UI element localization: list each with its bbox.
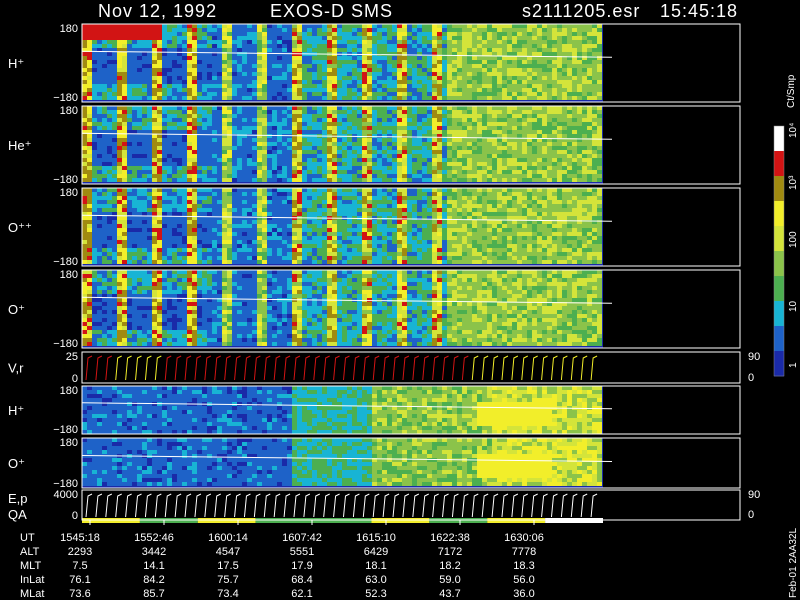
panel-label-2: QA bbox=[8, 507, 27, 522]
colorbar-swatch bbox=[774, 351, 784, 377]
ephem-value: 75.7 bbox=[217, 574, 238, 586]
ephem-name: MLat bbox=[20, 588, 44, 600]
y-tick-bottom: −180 bbox=[53, 174, 78, 186]
ephem-value: 85.7 bbox=[143, 588, 164, 600]
ephem-value: 4547 bbox=[216, 546, 240, 558]
colorbar-unit: Ct/Smp bbox=[786, 74, 797, 108]
ephem-value: 63.0 bbox=[365, 574, 386, 586]
colorbar-tick-label: 10⁴ bbox=[788, 123, 799, 138]
y-tick-bottom: 0 bbox=[72, 510, 78, 522]
y-tick-top: 180 bbox=[60, 385, 78, 397]
y-tick-bottom: 0 bbox=[72, 373, 78, 385]
y-tick-top: 180 bbox=[60, 23, 78, 35]
panel-label: He⁺ bbox=[8, 138, 31, 153]
panel-label: V,r bbox=[8, 361, 24, 376]
y-tick-top: 180 bbox=[60, 187, 78, 199]
y-tick-top: 25 bbox=[66, 351, 78, 363]
panel-label: E,p bbox=[8, 491, 28, 506]
right-tick-top: 90 bbox=[748, 489, 760, 501]
y-tick-top: 180 bbox=[60, 437, 78, 449]
header-time: 15:45:18 bbox=[660, 1, 738, 21]
ephem-value: 3442 bbox=[142, 546, 166, 558]
panel-label: H⁺ bbox=[8, 56, 24, 71]
ephem-value: 59.0 bbox=[439, 574, 460, 586]
header-instrument: EXOS-D SMS bbox=[270, 1, 393, 21]
ephem-value: 7778 bbox=[512, 546, 536, 558]
y-tick-top: 180 bbox=[60, 269, 78, 281]
ephem-value: 18.1 bbox=[365, 560, 386, 572]
ephem-value: 68.4 bbox=[291, 574, 312, 586]
header-file: s2111205.esr bbox=[522, 1, 640, 21]
ephem-value: 1600:14 bbox=[208, 532, 248, 544]
colorbar-swatch bbox=[774, 201, 784, 227]
ephem-value: 18.3 bbox=[513, 560, 534, 572]
ephem-value: 7.5 bbox=[72, 560, 87, 572]
colorbar-tick-label: 100 bbox=[788, 231, 799, 248]
ephem-value: 1607:42 bbox=[282, 532, 322, 544]
ephem-value: 52.3 bbox=[365, 588, 386, 600]
y-tick-top: 4000 bbox=[54, 489, 78, 501]
ephem-value: 17.9 bbox=[291, 560, 312, 572]
ephem-value: 56.0 bbox=[513, 574, 534, 586]
ephem-name: MLT bbox=[20, 560, 41, 572]
ephem-value: 1630:06 bbox=[504, 532, 544, 544]
panel-label: O⁺⁺ bbox=[8, 220, 32, 235]
y-tick-bottom: −180 bbox=[53, 338, 78, 350]
ephem-value: 18.2 bbox=[439, 560, 460, 572]
ephem-value: 1545:18 bbox=[60, 532, 100, 544]
panel-label: O⁺ bbox=[8, 302, 25, 317]
colorbar-swatch bbox=[774, 176, 784, 202]
panel-label: O⁺ bbox=[8, 456, 25, 471]
ephem-value: 62.1 bbox=[291, 588, 312, 600]
colorbar-swatch bbox=[774, 251, 784, 277]
ephem-value: 36.0 bbox=[513, 588, 534, 600]
y-tick-bottom: −180 bbox=[53, 256, 78, 268]
colorbar-swatch bbox=[774, 326, 784, 352]
ephem-value: 7172 bbox=[438, 546, 462, 558]
ephem-value: 84.2 bbox=[143, 574, 164, 586]
y-tick-top: 180 bbox=[60, 105, 78, 117]
right-tick-top: 90 bbox=[748, 351, 760, 363]
ephem-value: 73.6 bbox=[69, 588, 90, 600]
ephem-value: 1552:46 bbox=[134, 532, 174, 544]
colorbar-swatch bbox=[774, 301, 784, 327]
right-tick-bottom: 0 bbox=[748, 372, 754, 384]
ephem-value: 2293 bbox=[68, 546, 92, 558]
ephem-value: 5551 bbox=[290, 546, 314, 558]
stage: Nov 12, 1992 EXOS-D SMS s2111205.esr 15:… bbox=[0, 0, 800, 600]
ephem-value: 6429 bbox=[364, 546, 388, 558]
y-tick-bottom: −180 bbox=[53, 424, 78, 436]
annotation: Feb-01 2AA32L bbox=[788, 528, 799, 598]
colorbar-tick-label: 1 bbox=[788, 362, 799, 368]
ephem-name: ALT bbox=[20, 546, 40, 558]
ephem-name: InLat bbox=[20, 574, 44, 586]
ephem-value: 14.1 bbox=[143, 560, 164, 572]
ephem-value: 73.4 bbox=[217, 588, 238, 600]
colorbar-swatch bbox=[774, 126, 784, 152]
ephem-value: 1615:10 bbox=[356, 532, 396, 544]
header-date: Nov 12, 1992 bbox=[98, 1, 217, 21]
colorbar-swatch bbox=[774, 276, 784, 302]
ephem-name: UT bbox=[20, 532, 35, 544]
colorbar-tick-label: 10³ bbox=[788, 175, 799, 190]
panel-label: H⁺ bbox=[8, 403, 24, 418]
right-tick-bottom: 0 bbox=[748, 509, 754, 521]
ephem-value: 17.5 bbox=[217, 560, 238, 572]
y-tick-bottom: −180 bbox=[53, 92, 78, 104]
colorbar-swatch bbox=[774, 151, 784, 177]
ephem-value: 76.1 bbox=[69, 574, 90, 586]
colorbar-swatch bbox=[774, 226, 784, 252]
colorbar-tick-label: 10 bbox=[788, 300, 799, 312]
ephem-value: 1622:38 bbox=[430, 532, 470, 544]
ephem-value: 43.7 bbox=[439, 588, 460, 600]
